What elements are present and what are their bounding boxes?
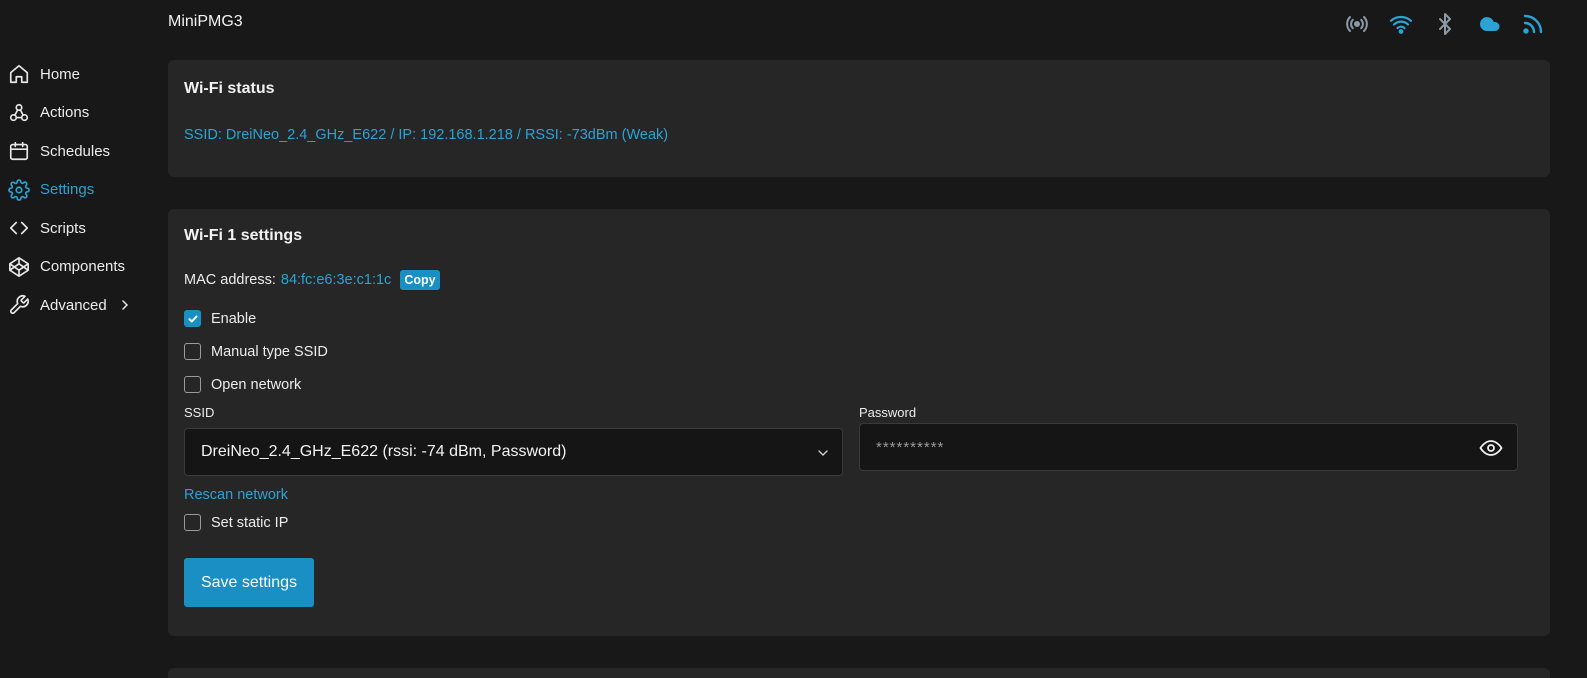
sidebar-item-schedules[interactable]: Schedules xyxy=(0,132,150,171)
enable-checkbox-row[interactable]: Enable xyxy=(184,310,256,327)
sidebar-item-label: Scripts xyxy=(40,219,86,237)
app-title: MiniPMG3 xyxy=(168,13,243,30)
webhook-icon xyxy=(8,102,30,124)
mac-address-value: 84:fc:e6:3e:c1:1c xyxy=(280,272,392,288)
password-field-wrapper xyxy=(859,423,1518,471)
wifi1-settings-card: Wi-Fi 1 settings MAC address: 84:fc:e6:3… xyxy=(168,209,1550,636)
sidebar-item-advanced[interactable]: Advanced xyxy=(0,286,150,325)
manual-ssid-checkbox-row[interactable]: Manual type SSID xyxy=(184,343,328,360)
password-label: Password xyxy=(859,405,917,420)
mac-address-row: MAC address: 84:fc:e6:3e:c1:1c Copy xyxy=(184,270,440,290)
password-input[interactable] xyxy=(860,424,1440,470)
cloud-icon[interactable] xyxy=(1477,12,1501,36)
calendar-icon xyxy=(8,140,30,162)
ssid-select[interactable]: DreiNeo_2.4_GHz_E622 (rssi: -74 dBm, Pas… xyxy=(184,428,843,476)
static-ip-checkbox[interactable] xyxy=(184,514,201,531)
sidebar-item-scripts[interactable]: Scripts xyxy=(0,209,150,248)
manual-ssid-label: Manual type SSID xyxy=(211,343,328,360)
open-network-label: Open network xyxy=(211,376,302,393)
chevron-down-icon xyxy=(816,446,830,460)
save-settings-button[interactable]: Save settings xyxy=(184,558,314,607)
eye-icon[interactable] xyxy=(1479,436,1503,460)
wifi1-settings-title: Wi-Fi 1 settings xyxy=(184,227,303,244)
sidebar-item-label: Settings xyxy=(40,181,95,199)
sidebar-item-label: Components xyxy=(40,258,126,276)
wifi-status-line: SSID: DreiNeo_2.4_GHz_E622 / IP: 192.168… xyxy=(184,127,669,143)
sidebar-item-components[interactable]: Components xyxy=(0,248,150,287)
next-settings-card xyxy=(168,668,1550,678)
chevron-right-icon xyxy=(119,299,131,311)
rescan-network-link[interactable]: Rescan network xyxy=(184,487,288,503)
mac-address-label: MAC address: xyxy=(184,272,276,288)
static-ip-label: Set static IP xyxy=(211,514,289,531)
status-icons xyxy=(1345,12,1545,36)
sidebar-item-label: Advanced xyxy=(40,296,107,314)
sidebar-item-home[interactable]: Home xyxy=(0,55,150,94)
manual-ssid-checkbox[interactable] xyxy=(184,343,201,360)
broadcast-icon[interactable] xyxy=(1345,12,1369,36)
code-icon xyxy=(8,217,30,239)
enable-checkbox[interactable] xyxy=(184,310,201,327)
open-network-checkbox-row[interactable]: Open network xyxy=(184,376,301,393)
copy-mac-button[interactable]: Copy xyxy=(400,270,440,290)
ssid-select-value: DreiNeo_2.4_GHz_E622 (rssi: -74 dBm, Pas… xyxy=(201,443,567,460)
open-network-checkbox[interactable] xyxy=(184,376,201,393)
bluetooth-icon[interactable] xyxy=(1433,12,1457,36)
sidebar-item-label: Schedules xyxy=(40,142,111,160)
wifi-status-title: Wi-Fi status xyxy=(184,80,275,97)
rss-icon[interactable] xyxy=(1521,12,1545,36)
check-icon xyxy=(188,315,197,322)
wrench-icon xyxy=(8,294,30,316)
gear-icon xyxy=(8,178,30,201)
codepen-icon xyxy=(8,256,30,278)
wifi-status-card: Wi-Fi status SSID: DreiNeo_2.4_GHz_E622 … xyxy=(168,60,1550,177)
enable-label: Enable xyxy=(211,310,257,327)
wifi-icon[interactable] xyxy=(1389,12,1413,36)
sidebar: Home Actions Schedules Settings Scripts … xyxy=(0,55,150,325)
sidebar-item-settings[interactable]: Settings xyxy=(0,171,150,210)
home-icon xyxy=(8,63,30,85)
sidebar-item-label: Actions xyxy=(40,104,90,122)
ssid-label: SSID xyxy=(184,405,215,420)
sidebar-item-label: Home xyxy=(40,65,81,83)
static-ip-checkbox-row[interactable]: Set static IP xyxy=(184,514,288,531)
sidebar-item-actions[interactable]: Actions xyxy=(0,94,150,133)
